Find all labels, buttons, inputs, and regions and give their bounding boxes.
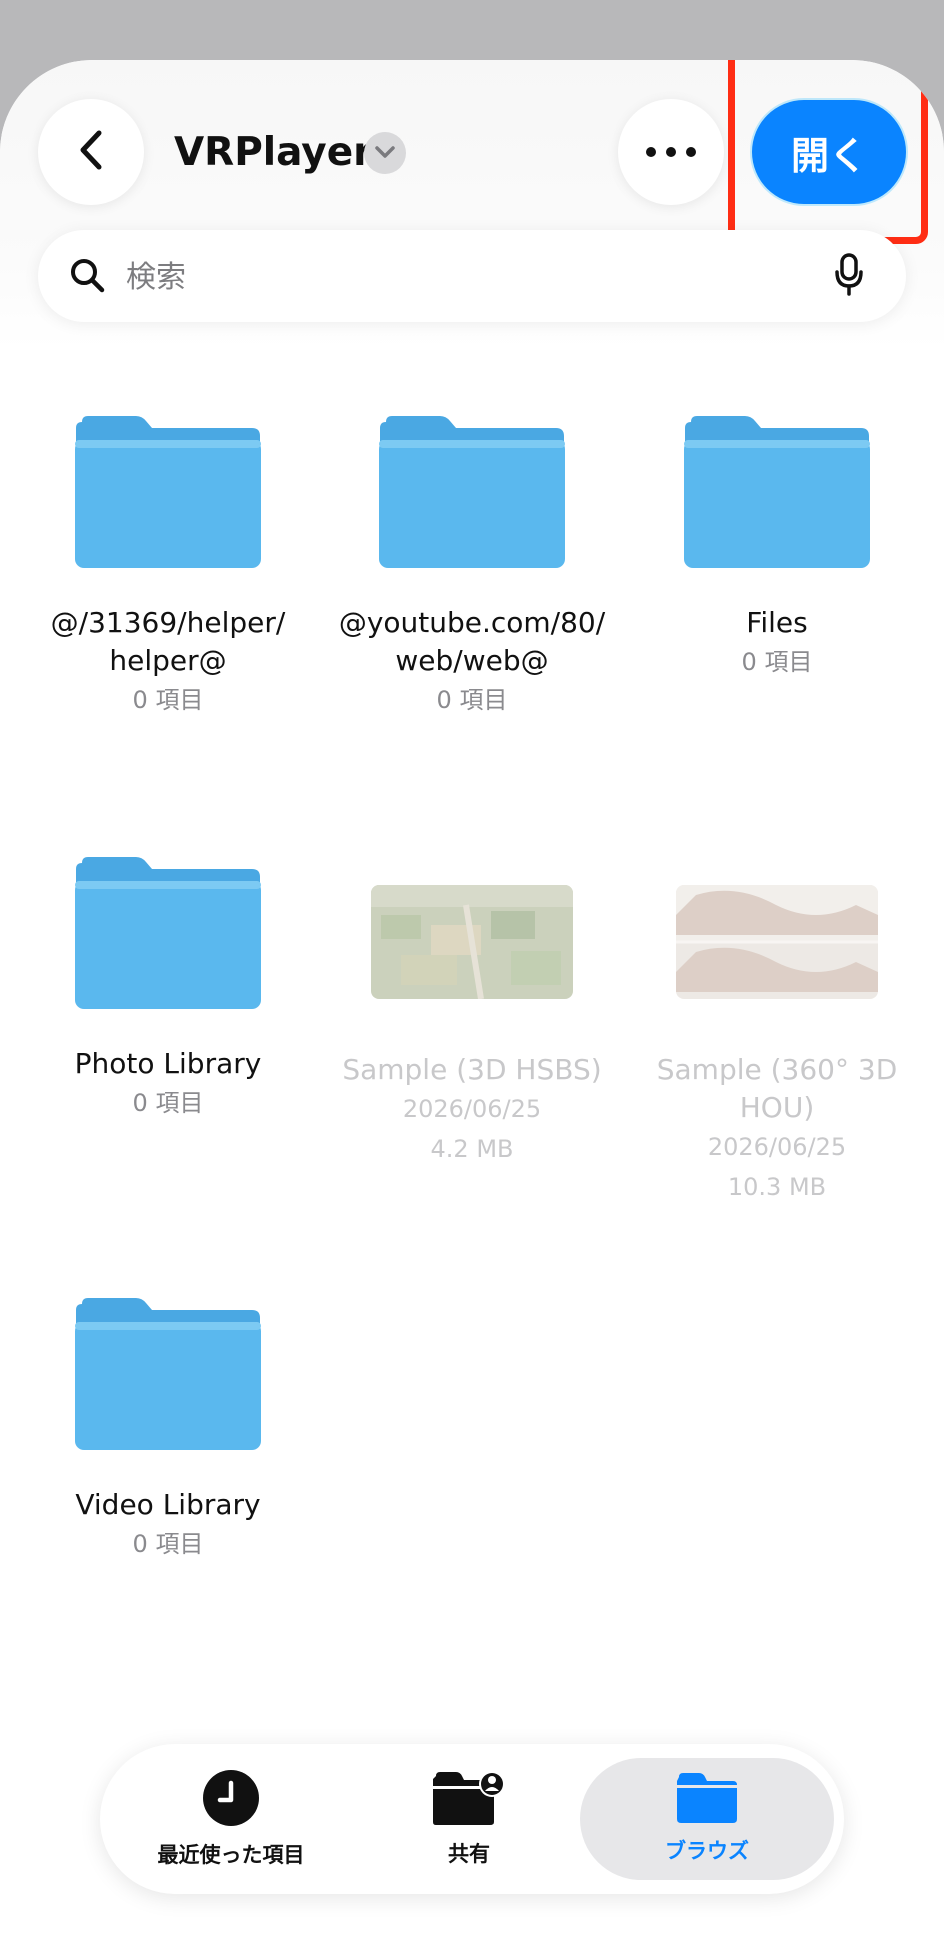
item-count: 0 項目: [741, 648, 813, 676]
folder-icon: [675, 1773, 739, 1827]
item-name: Photo Library: [74, 1047, 262, 1080]
video-thumbnail: [676, 885, 878, 999]
item-name: Sample (3D HSBS): [342, 1053, 602, 1086]
folder-icon: [683, 416, 871, 570]
folder-icon: [74, 1298, 262, 1452]
folder-item[interactable]: Video Library 0 項目: [18, 1298, 318, 1564]
folder-item[interactable]: Files 0 項目: [627, 416, 927, 682]
microphone-icon[interactable]: [832, 252, 866, 302]
item-name: Files: [746, 606, 808, 639]
search-bar[interactable]: [38, 230, 906, 322]
folder-item[interactable]: @youtube.com/80/ web/web@ 0 項目: [322, 416, 622, 720]
highlight-box: [728, 60, 928, 244]
item-count: 0 項目: [132, 686, 204, 714]
folder-item[interactable]: Photo Library 0 項目: [18, 857, 318, 1123]
search-icon: [68, 256, 108, 300]
shared-folder-icon: [432, 1770, 506, 1830]
chevron-left-icon: [74, 128, 108, 176]
ellipsis-icon: [645, 143, 697, 162]
folder-icon: [378, 416, 566, 570]
item-name: Video Library: [75, 1488, 261, 1521]
file-browser-sheet: VRPlayer 開く @/31369/helper/ helper@ 0 項目: [0, 60, 944, 1943]
tab-browse[interactable]: ブラウズ: [580, 1758, 834, 1880]
folder-icon: [74, 857, 262, 1011]
page-title: VRPlayer: [174, 130, 373, 175]
item-count: 0 項目: [132, 1530, 204, 1558]
file-item[interactable]: Sample (3D HSBS) 2026/06/25 4.2 MB: [322, 857, 622, 1169]
item-name: @/31369/helper/ helper@: [50, 606, 286, 677]
search-input[interactable]: [124, 250, 828, 304]
tab-bar: 最近使った項目 共有 ブラウズ: [100, 1744, 844, 1894]
file-item[interactable]: Sample (360° 3D HOU) 2026/06/25 10.3 MB: [627, 857, 927, 1207]
tab-label: 共有: [448, 1842, 490, 1866]
item-count: 0 項目: [132, 1089, 204, 1117]
tab-recents[interactable]: 最近使った項目: [116, 1758, 346, 1880]
tab-label: ブラウズ: [665, 1839, 749, 1863]
folder-icon: [74, 416, 262, 570]
clock-icon: [202, 1769, 260, 1831]
tab-shared[interactable]: 共有: [354, 1758, 584, 1880]
back-button[interactable]: [38, 99, 144, 205]
more-button[interactable]: [618, 99, 724, 205]
tab-label: 最近使った項目: [157, 1843, 305, 1867]
item-date: 2026/06/25: [707, 1133, 847, 1161]
folder-item[interactable]: @/31369/helper/ helper@ 0 項目: [18, 416, 318, 720]
item-date: 2026/06/25: [402, 1095, 542, 1123]
item-size: 4.2 MB: [430, 1135, 514, 1163]
item-size: 10.3 MB: [727, 1173, 827, 1201]
item-name: @youtube.com/80/ web/web@: [338, 606, 606, 677]
title-menu-button[interactable]: [364, 132, 406, 174]
chevron-down-icon: [374, 144, 396, 163]
item-name: Sample (360° 3D HOU): [656, 1053, 898, 1124]
video-thumbnail: [371, 885, 573, 999]
item-count: 0 項目: [436, 686, 508, 714]
